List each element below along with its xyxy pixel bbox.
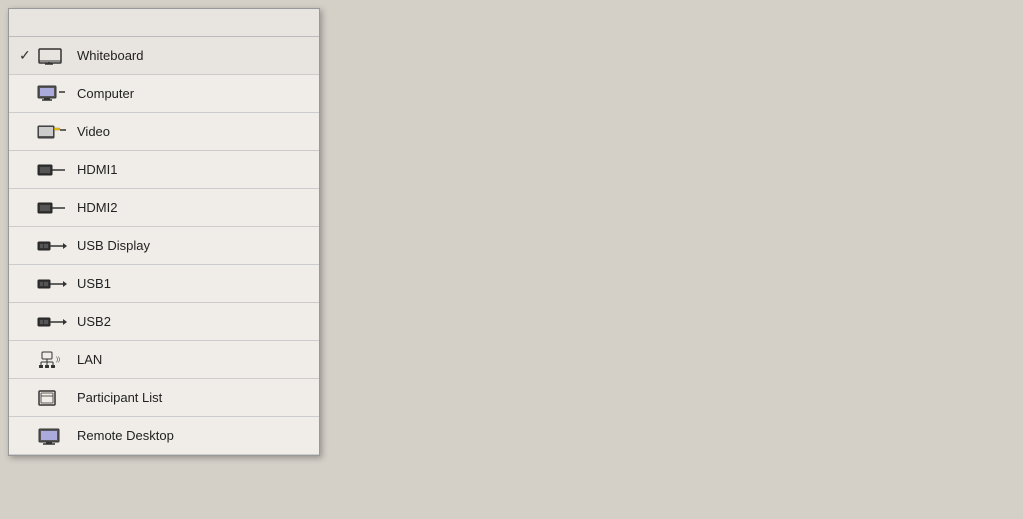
menu-item-label-hdmi1: HDMI1 — [77, 162, 117, 177]
title-bar — [9, 9, 319, 37]
menu-item-usb2[interactable]: USB2 — [9, 303, 319, 341]
menu-item-computer[interactable]: Computer — [9, 75, 319, 113]
source-menu-panel: ✓ Whiteboard Computer Video HDMI1 HDMI2 USB Di… — [8, 8, 320, 456]
lan-icon: )) — [35, 350, 71, 370]
usb-icon — [35, 236, 71, 256]
menu-item-whiteboard[interactable]: ✓ Whiteboard — [9, 37, 319, 75]
participant-icon — [35, 388, 71, 408]
whiteboard-icon — [35, 46, 71, 66]
menu-item-participant-list[interactable]: Participant List — [9, 379, 319, 417]
close-button[interactable] — [295, 14, 313, 32]
usb-icon — [35, 312, 71, 332]
menu-item-label-lan: LAN — [77, 352, 102, 367]
menu-item-label-usb1: USB1 — [77, 276, 111, 291]
menu-item-video[interactable]: Video — [9, 113, 319, 151]
hdmi-icon — [35, 198, 71, 218]
menu-item-usb1[interactable]: USB1 — [9, 265, 319, 303]
video-icon — [35, 122, 71, 142]
menu-item-remote-desktop[interactable]: Remote Desktop — [9, 417, 319, 455]
menu-item-label-usb2: USB2 — [77, 314, 111, 329]
menu-item-label-remote-desktop: Remote Desktop — [77, 428, 174, 443]
remote-icon — [35, 426, 71, 446]
menu-item-label-computer: Computer — [77, 86, 134, 101]
menu-items-list: ✓ Whiteboard Computer Video HDMI1 HDMI2 USB Di… — [9, 37, 319, 455]
hdmi-icon — [35, 160, 71, 180]
menu-item-usb-display[interactable]: USB Display — [9, 227, 319, 265]
menu-item-label-whiteboard: Whiteboard — [77, 48, 143, 63]
menu-item-hdmi1[interactable]: HDMI1 — [9, 151, 319, 189]
computer-icon — [35, 84, 71, 104]
menu-item-label-usb-display: USB Display — [77, 238, 150, 253]
menu-item-label-hdmi2: HDMI2 — [77, 200, 117, 215]
menu-item-lan[interactable]: )) LAN — [9, 341, 319, 379]
menu-item-label-participant-list: Participant List — [77, 390, 162, 405]
svg-text:)): )) — [56, 357, 60, 363]
menu-item-label-video: Video — [77, 124, 110, 139]
usb-icon — [35, 274, 71, 294]
menu-item-hdmi2[interactable]: HDMI2 — [9, 189, 319, 227]
checkmark-whiteboard: ✓ — [19, 47, 35, 64]
